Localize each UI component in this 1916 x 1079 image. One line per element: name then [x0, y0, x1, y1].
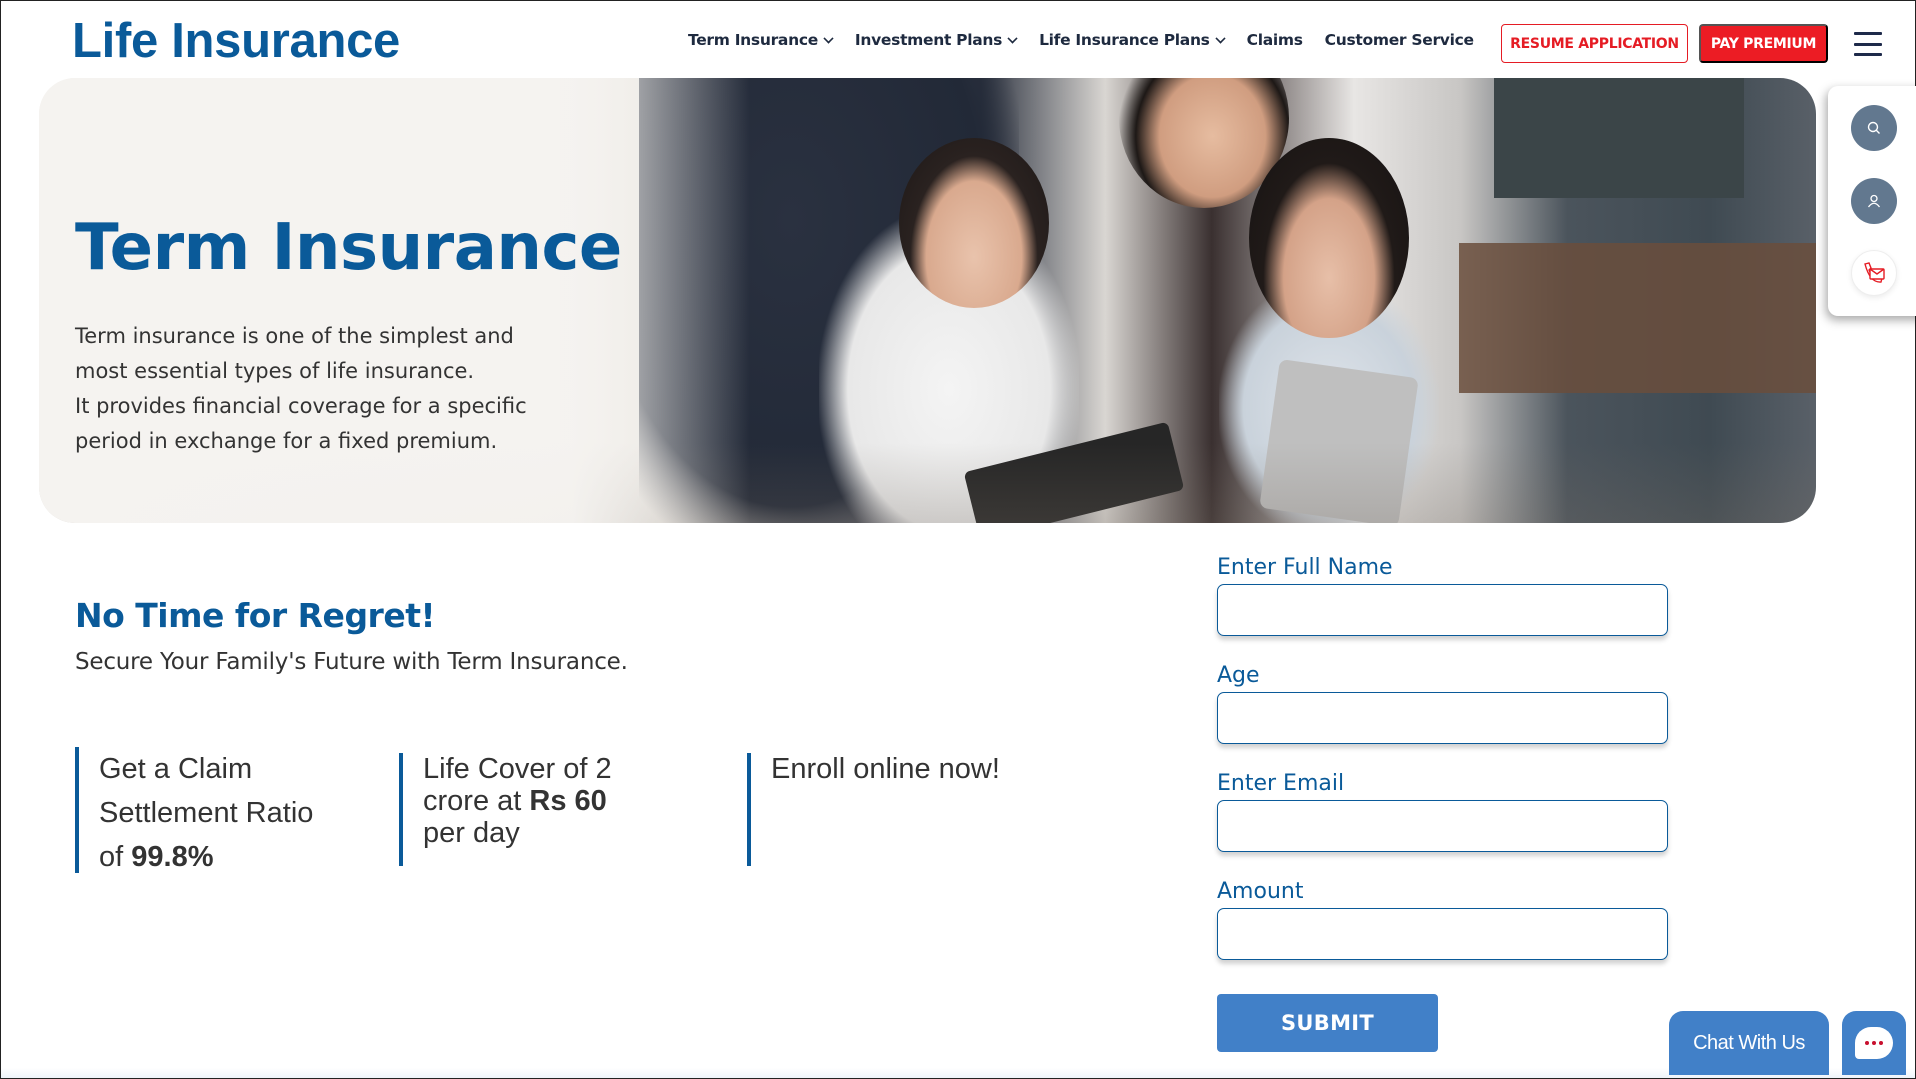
nav-label: Investment Plans [854, 31, 1003, 49]
hero-description-line: period in exchange for a fixed premium. [75, 429, 498, 453]
hero-description-line: It provides financial coverage for a spe… [75, 394, 527, 418]
feature-line: Settlement Ratio [99, 797, 314, 829]
feature-enroll-online: Enroll online now! [747, 753, 1067, 866]
section-title: No Time for Regret! [75, 596, 436, 635]
feature-text: of [99, 841, 132, 873]
hamburger-line [1854, 53, 1882, 56]
feature-life-cover: Life Cover of 2 crore at Rs 60 per day [399, 753, 699, 866]
feature-line: of 99.8% [99, 835, 375, 879]
phone-mail-icon[interactable] [1851, 250, 1897, 296]
pay-premium-button[interactable]: PAY PREMIUM [1699, 24, 1828, 63]
nav-label: Term Insurance [688, 31, 818, 49]
email-label: Enter Email [1217, 771, 1345, 796]
chat-bubble-shape [1855, 1027, 1893, 1059]
feature-line: Enroll online now! [771, 753, 1000, 785]
feature-line: crore at Rs 60 [423, 785, 699, 817]
feature-highlight: 99.8% [131, 841, 214, 873]
main-nav: Term Insurance Investment Plans Life Ins… [688, 31, 1496, 49]
chevron-down-icon [1007, 33, 1018, 44]
phone-mail-glyph [1864, 262, 1885, 283]
feature-line: Get a Claim [99, 753, 253, 785]
user-icon[interactable] [1851, 178, 1897, 224]
side-quick-actions [1828, 86, 1916, 316]
hamburger-icon[interactable] [1854, 32, 1882, 56]
nav-label: Customer Service [1324, 31, 1474, 49]
chevron-down-icon [823, 33, 834, 44]
nav-label: Claims [1246, 31, 1303, 49]
age-label: Age [1217, 663, 1260, 688]
amount-input[interactable] [1217, 908, 1668, 960]
hero-title: Term Insurance [75, 211, 622, 285]
dot [1879, 1041, 1883, 1045]
nav-claims[interactable]: Claims [1247, 31, 1303, 49]
full-name-input[interactable] [1217, 584, 1668, 636]
age-input[interactable] [1217, 692, 1668, 744]
feature-highlight: Rs 60 [529, 785, 607, 817]
email-input[interactable] [1217, 800, 1668, 852]
submit-button[interactable]: SUBMIT [1217, 994, 1438, 1052]
dot [1872, 1041, 1876, 1045]
hero-description: Term insurance is one of the simplest an… [75, 319, 595, 459]
feature-line: Life Cover of 2 [423, 753, 612, 785]
feature-claim-ratio: Get a Claim Settlement Ratio of 99.8% [75, 747, 375, 873]
hamburger-line [1854, 42, 1882, 46]
search-icon[interactable] [1851, 105, 1897, 151]
hero-description-line: most essential types of life insurance. [75, 359, 475, 383]
nav-investment-plans[interactable]: Investment Plans [854, 31, 1018, 49]
dot [1865, 1041, 1869, 1045]
search-glyph [1867, 121, 1880, 134]
nav-life-insurance-plans[interactable]: Life Insurance Plans [1039, 31, 1226, 49]
site-logo[interactable]: Life Insurance [72, 13, 400, 69]
page-bottom-fade [1, 1068, 1915, 1078]
chevron-down-icon [1215, 33, 1226, 44]
nav-term-insurance[interactable]: Term Insurance [688, 31, 834, 49]
feature-line: per day [423, 817, 520, 849]
quote-form: Enter Full Name Age Enter Email Amount [1217, 551, 1669, 983]
user-glyph [1867, 194, 1881, 208]
full-name-label: Enter Full Name [1217, 555, 1393, 580]
amount-label: Amount [1217, 879, 1304, 904]
nav-customer-service[interactable]: Customer Service [1325, 31, 1474, 49]
chat-bubble-icon[interactable] [1842, 1011, 1906, 1075]
section-subtitle: Secure Your Family's Future with Term In… [75, 649, 628, 675]
nav-label: Life Insurance Plans [1039, 31, 1210, 49]
feature-text: crore at [423, 785, 530, 817]
hamburger-line [1854, 32, 1882, 35]
resume-application-button[interactable]: RESUME APPLICATION [1501, 24, 1688, 63]
hero-description-line: Term insurance is one of the simplest an… [75, 324, 514, 348]
chat-with-us-button[interactable]: Chat With Us [1669, 1011, 1829, 1075]
